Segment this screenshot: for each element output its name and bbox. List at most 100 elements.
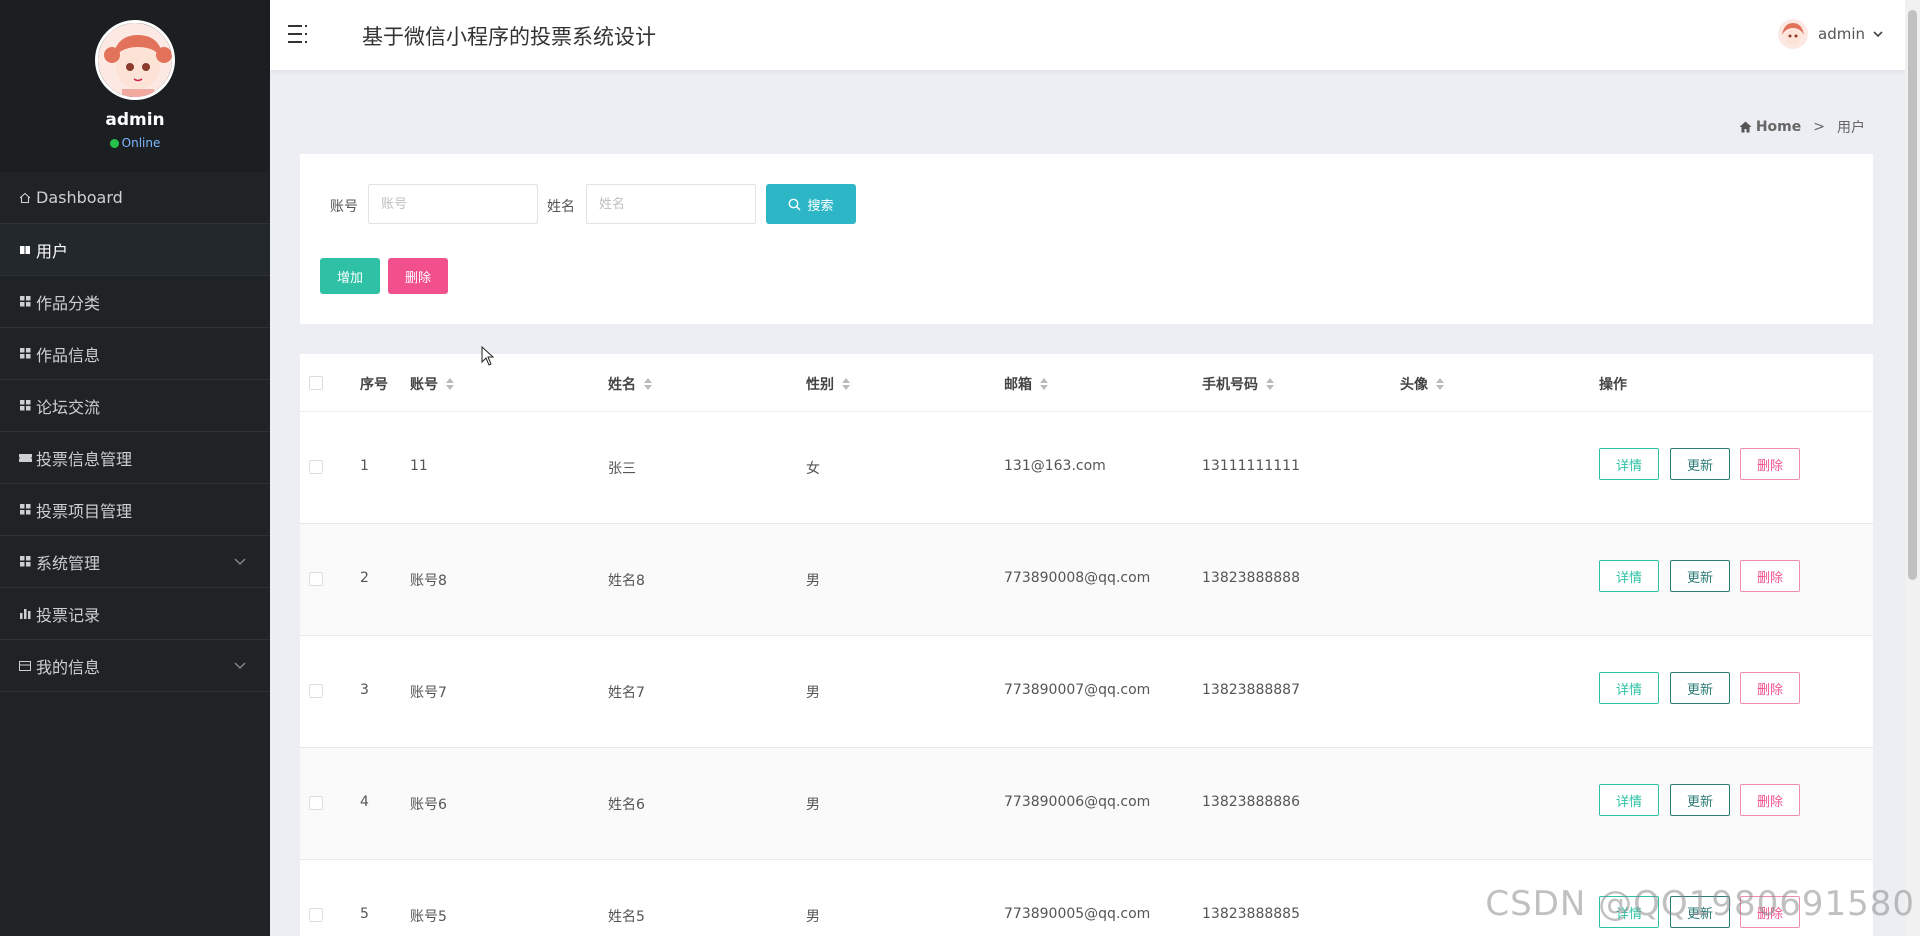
update-button[interactable]: 更新 (1670, 784, 1730, 816)
cell-name: 姓名5 (608, 909, 645, 925)
delete-button[interactable]: 删除 (1740, 672, 1800, 704)
column-header-account[interactable]: 账号 (410, 374, 454, 394)
sidebar-item-my-info[interactable]: 我的信息 (0, 640, 270, 692)
row-checkbox[interactable] (309, 460, 323, 474)
update-button[interactable]: 更新 (1670, 560, 1730, 592)
sidebar-item-label: 作品信息 (36, 345, 101, 365)
cell-gender: 男 (806, 685, 820, 701)
sidebar-item-vote-project[interactable]: 投票项目管理 (0, 484, 270, 536)
sort-icon[interactable] (1436, 378, 1444, 390)
breadcrumb-current: 用户 (1837, 120, 1865, 136)
page-scrollbar[interactable] (1905, 0, 1920, 936)
sort-icon[interactable] (1040, 378, 1048, 390)
cell-phone: 13111111111 (1202, 458, 1300, 474)
detail-button[interactable]: 详情 (1599, 448, 1659, 480)
cell-name: 姓名8 (608, 573, 645, 589)
user-menu[interactable]: admin (1778, 19, 1885, 49)
breadcrumb-home[interactable]: Home (1756, 119, 1801, 135)
sidebar-item-work-info[interactable]: 作品信息 (0, 328, 270, 380)
table-header: 序号 账号 姓名 性别 邮箱 手机号码 头像 操作 (300, 354, 1873, 412)
username: admin (1818, 25, 1865, 43)
search-panel: 账号 姓名 搜索 增加 删除 (300, 154, 1873, 324)
delete-button[interactable]: 删除 (1740, 448, 1800, 480)
select-all-checkbox[interactable] (309, 376, 323, 390)
account-search-input[interactable] (368, 184, 538, 224)
delete-button[interactable]: 删除 (1740, 784, 1800, 816)
cell-account: 11 (410, 458, 428, 474)
cell-phone: 13823888885 (1202, 906, 1300, 922)
delete-button[interactable]: 删除 (1740, 560, 1800, 592)
cell-email: 131@163.com (1004, 458, 1106, 474)
name-label: 姓名 (547, 199, 575, 215)
scrollbar-thumb[interactable] (1908, 10, 1917, 580)
search-icon (789, 198, 801, 210)
sidebar-item-forum[interactable]: 论坛交流 (0, 380, 270, 432)
add-button[interactable]: 增加 (320, 258, 380, 294)
column-header-actions: 操作 (1599, 374, 1627, 394)
column-header-gender[interactable]: 性别 (806, 374, 850, 394)
sort-icon[interactable] (446, 378, 454, 390)
account-label: 账号 (330, 199, 358, 215)
bulk-delete-button[interactable]: 删除 (388, 258, 448, 294)
table-row: 4 账号6 姓名6 男 773890006@qq.com 13823888886… (300, 748, 1873, 860)
sidebar-item-dashboard[interactable]: Dashboard (0, 172, 270, 224)
update-button[interactable]: 更新 (1670, 448, 1730, 480)
cell-name: 姓名7 (608, 685, 645, 701)
row-checkbox[interactable] (309, 684, 323, 698)
online-dot-icon (109, 139, 119, 148)
cell-gender: 男 (806, 909, 820, 925)
search-button-label: 搜索 (807, 198, 834, 214)
sidebar-item-system[interactable]: 系统管理 (0, 536, 270, 588)
grid-icon (18, 296, 32, 307)
cell-index: 2 (360, 570, 369, 586)
cell-name: 张三 (608, 461, 636, 477)
column-header-phone[interactable]: 手机号码 (1202, 374, 1274, 394)
page-title: 基于微信小程序的投票系统设计 (362, 25, 656, 49)
cell-account: 账号7 (410, 685, 447, 701)
sidebar-item-work-category[interactable]: 作品分类 (0, 276, 270, 328)
cell-index: 4 (360, 794, 369, 810)
breadcrumb: Home > 用户 (1739, 117, 1865, 137)
cell-phone: 13823888886 (1202, 794, 1300, 810)
sidebar-item-label: Dashboard (36, 188, 123, 207)
chevron-down-icon (234, 662, 246, 669)
name-search-input[interactable] (586, 184, 756, 224)
sort-icon[interactable] (644, 378, 652, 390)
update-button[interactable]: 更新 (1670, 672, 1730, 704)
sidebar-item-users[interactable]: 用户 (0, 224, 270, 276)
row-checkbox[interactable] (309, 796, 323, 810)
column-label: 操作 (1599, 377, 1627, 393)
sort-icon[interactable] (1266, 378, 1274, 390)
menu-toggle-icon[interactable] (288, 24, 310, 44)
cell-phone: 13823888888 (1202, 570, 1300, 586)
cell-account: 账号6 (410, 797, 447, 813)
cell-index: 1 (360, 458, 369, 474)
book-icon (18, 244, 32, 256)
grid-icon (18, 556, 32, 567)
search-button[interactable]: 搜索 (766, 184, 856, 224)
grid-icon (18, 348, 32, 359)
watermark: CSDN @QQ1980691580 (1485, 884, 1915, 924)
sidebar-item-label: 我的信息 (36, 657, 101, 677)
column-label: 序号 (360, 377, 388, 393)
user-table: 序号 账号 姓名 性别 邮箱 手机号码 头像 操作 1 11 张三 女 131@… (300, 354, 1873, 936)
column-header-avatar[interactable]: 头像 (1400, 374, 1444, 394)
sidebar-item-vote-records[interactable]: 投票记录 (0, 588, 270, 640)
table-row: 3 账号7 姓名7 男 773890007@qq.com 13823888887… (300, 636, 1873, 748)
column-label: 头像 (1400, 377, 1428, 393)
sidebar-item-vote-info[interactable]: 投票信息管理 (0, 432, 270, 484)
row-checkbox[interactable] (309, 908, 323, 922)
avatar[interactable] (95, 20, 175, 100)
sort-icon[interactable] (842, 378, 850, 390)
ticket-icon (18, 453, 32, 463)
detail-button[interactable]: 详情 (1599, 672, 1659, 704)
column-header-email[interactable]: 邮箱 (1004, 374, 1048, 394)
column-header-index: 序号 (360, 374, 388, 394)
column-header-name[interactable]: 姓名 (608, 374, 652, 394)
detail-button[interactable]: 详情 (1599, 560, 1659, 592)
detail-button[interactable]: 详情 (1599, 784, 1659, 816)
topbar: 基于微信小程序的投票系统设计 admin (270, 0, 1905, 70)
row-checkbox[interactable] (309, 572, 323, 586)
cell-index: 5 (360, 906, 369, 922)
bar-chart-icon (18, 608, 32, 619)
